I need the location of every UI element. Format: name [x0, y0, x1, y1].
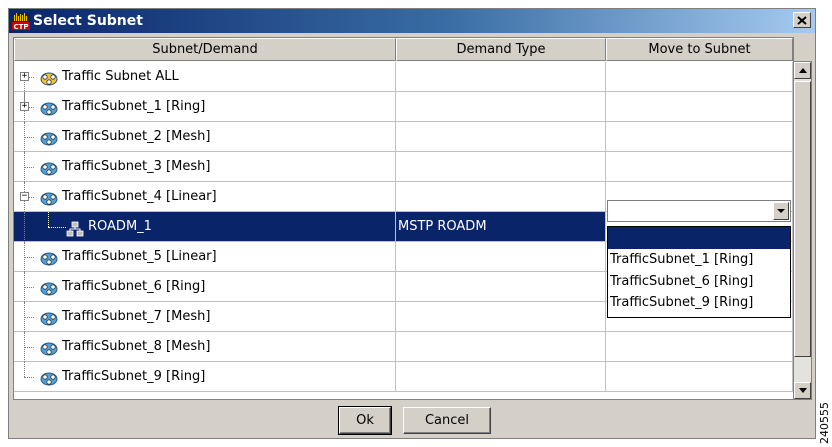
cell-demand-type[interactable]: MSTP ROADM [396, 212, 606, 242]
table-row[interactable]: TrafficSubnet_2 [Mesh] [14, 122, 793, 152]
cell-demand-type[interactable] [396, 332, 606, 362]
cell-subnet-demand[interactable]: ROADM_1 [14, 212, 396, 242]
table-row[interactable]: TrafficSubnet_8 [Mesh] [14, 332, 793, 362]
select-subnet-dialog: CTP Select Subnet Subnet/Demand Demand T… [8, 8, 816, 439]
cell-move-to-subnet[interactable] [606, 332, 793, 362]
tree-line [24, 317, 34, 318]
cell-subnet-demand[interactable]: + TrafficSubnet_1 [Ring] [14, 92, 396, 122]
cell-subnet-demand[interactable]: + Traffic Subnet ALL [14, 62, 396, 107]
row-label: TrafficSubnet_2 [Mesh] [62, 129, 211, 144]
cell-demand-type[interactable] [396, 242, 606, 272]
column-header-subnet-demand[interactable]: Subnet/Demand [14, 38, 396, 61]
tree-line [24, 377, 34, 378]
subnet-icon-blue [40, 189, 58, 206]
cell-demand-type[interactable] [396, 302, 606, 332]
figure-id-watermark: 240555 [818, 402, 831, 444]
subnet-icon-gold [40, 69, 58, 86]
table-row[interactable]: TrafficSubnet_3 [Mesh] [14, 152, 793, 182]
cell-subnet-demand[interactable]: − TrafficSubnet_4 [Linear] [14, 182, 396, 212]
dialog-title: Select Subnet [33, 13, 143, 29]
table-row[interactable]: + TrafficSubnet_1 [Ring] [14, 92, 793, 122]
dropdown-option-trafficsubnet-9[interactable]: TrafficSubnet_9 [Ring] [610, 293, 753, 313]
cell-subnet-demand[interactable]: TrafficSubnet_7 [Mesh] [14, 302, 396, 332]
column-header-demand-type[interactable]: Demand Type [396, 38, 606, 61]
table-row[interactable]: TrafficSubnet_9 [Ring] [14, 362, 793, 392]
scroll-thumb[interactable] [794, 81, 811, 357]
row-label: TrafficSubnet_6 [Ring] [62, 279, 206, 294]
arrow-up-icon [798, 68, 807, 73]
table-row[interactable]: + Traffic Subnet ALL [14, 62, 793, 107]
subnet-icon-blue [40, 339, 58, 356]
dropdown-option-trafficsubnet-6[interactable]: TrafficSubnet_6 [Ring] [610, 272, 753, 292]
chevron-down-icon [777, 208, 785, 213]
tree-line [24, 137, 34, 138]
collapse-icon[interactable]: − [20, 192, 29, 201]
close-icon [797, 15, 807, 25]
scroll-up-button[interactable] [794, 62, 811, 79]
subnet-icon-blue [40, 159, 58, 176]
scroll-down-button[interactable] [794, 382, 811, 399]
dropdown-option-empty[interactable] [608, 227, 790, 249]
subnet-icon-blue [40, 369, 58, 386]
tree-line [24, 257, 34, 258]
svg-text:CTP: CTP [13, 23, 28, 30]
cell-subnet-demand[interactable]: TrafficSubnet_2 [Mesh] [14, 122, 396, 152]
row-label: TrafficSubnet_7 [Mesh] [62, 309, 211, 324]
row-label: TrafficSubnet_8 [Mesh] [62, 339, 211, 354]
arrow-down-icon [798, 388, 807, 393]
cell-demand-type[interactable] [396, 182, 606, 212]
vertical-scrollbar[interactable] [794, 61, 812, 400]
cell-demand-type[interactable] [396, 122, 606, 152]
cell-demand-type[interactable] [396, 152, 606, 182]
combo-dropdown-button[interactable] [773, 202, 789, 220]
cell-move-to-subnet[interactable] [606, 362, 793, 392]
cell-demand-type[interactable] [396, 272, 606, 302]
cell-move-to-subnet[interactable] [606, 122, 793, 152]
tree-line [48, 212, 49, 227]
move-to-subnet-combo[interactable] [607, 200, 791, 222]
tree-line [24, 212, 25, 242]
cell-demand-type[interactable] [396, 92, 606, 122]
expand-icon[interactable]: + [20, 102, 29, 111]
cell-subnet-demand[interactable]: TrafficSubnet_3 [Mesh] [14, 152, 396, 182]
row-label: TrafficSubnet_1 [Ring] [62, 99, 206, 114]
row-label: Traffic Subnet ALL [62, 69, 179, 84]
row-label: ROADM_1 [88, 219, 152, 234]
row-label: TrafficSubnet_3 [Mesh] [62, 159, 211, 174]
title-bar[interactable]: CTP Select Subnet [9, 9, 815, 33]
cell-subnet-demand[interactable]: TrafficSubnet_8 [Mesh] [14, 332, 396, 362]
cell-move-to-subnet[interactable] [606, 152, 793, 182]
tree-line [24, 362, 25, 377]
cell-subnet-demand[interactable]: TrafficSubnet_9 [Ring] [14, 362, 396, 392]
cancel-button[interactable]: Cancel [403, 407, 491, 434]
ctp-icon: CTP [12, 12, 30, 30]
cell-subnet-demand[interactable]: TrafficSubnet_6 [Ring] [14, 272, 396, 302]
cell-subnet-demand[interactable]: TrafficSubnet_5 [Linear] [14, 242, 396, 272]
tree-line [48, 227, 66, 228]
row-label: TrafficSubnet_5 [Linear] [62, 249, 217, 264]
dropdown-option-trafficsubnet-1[interactable]: TrafficSubnet_1 [Ring] [610, 250, 753, 270]
cell-move-to-subnet[interactable] [606, 92, 793, 122]
row-label: TrafficSubnet_4 [Linear] [62, 189, 217, 204]
table-header: Subnet/Demand Demand Type Move to Subnet [14, 38, 793, 62]
subnet-icon-blue [40, 309, 58, 326]
ok-button[interactable]: Ok [338, 406, 392, 435]
expand-icon[interactable]: + [20, 72, 29, 81]
close-button[interactable] [793, 12, 811, 28]
tree-line [24, 347, 34, 348]
tree-line [24, 287, 34, 288]
subnet-icon-blue [40, 279, 58, 296]
column-header-move-to-subnet[interactable]: Move to Subnet [606, 38, 793, 61]
subnet-dropdown-list: TrafficSubnet_1 [Ring] TrafficSubnet_6 [… [607, 226, 791, 318]
tree-line [24, 167, 34, 168]
subnet-icon-blue [40, 129, 58, 146]
cell-demand-type[interactable] [396, 62, 606, 92]
subnet-icon-blue [40, 249, 58, 266]
network-node-icon [66, 219, 84, 237]
cell-demand-type[interactable] [396, 362, 606, 392]
subnet-icon-blue [40, 99, 58, 116]
row-label: TrafficSubnet_9 [Ring] [62, 369, 206, 384]
cell-move-to-subnet[interactable] [606, 62, 793, 92]
